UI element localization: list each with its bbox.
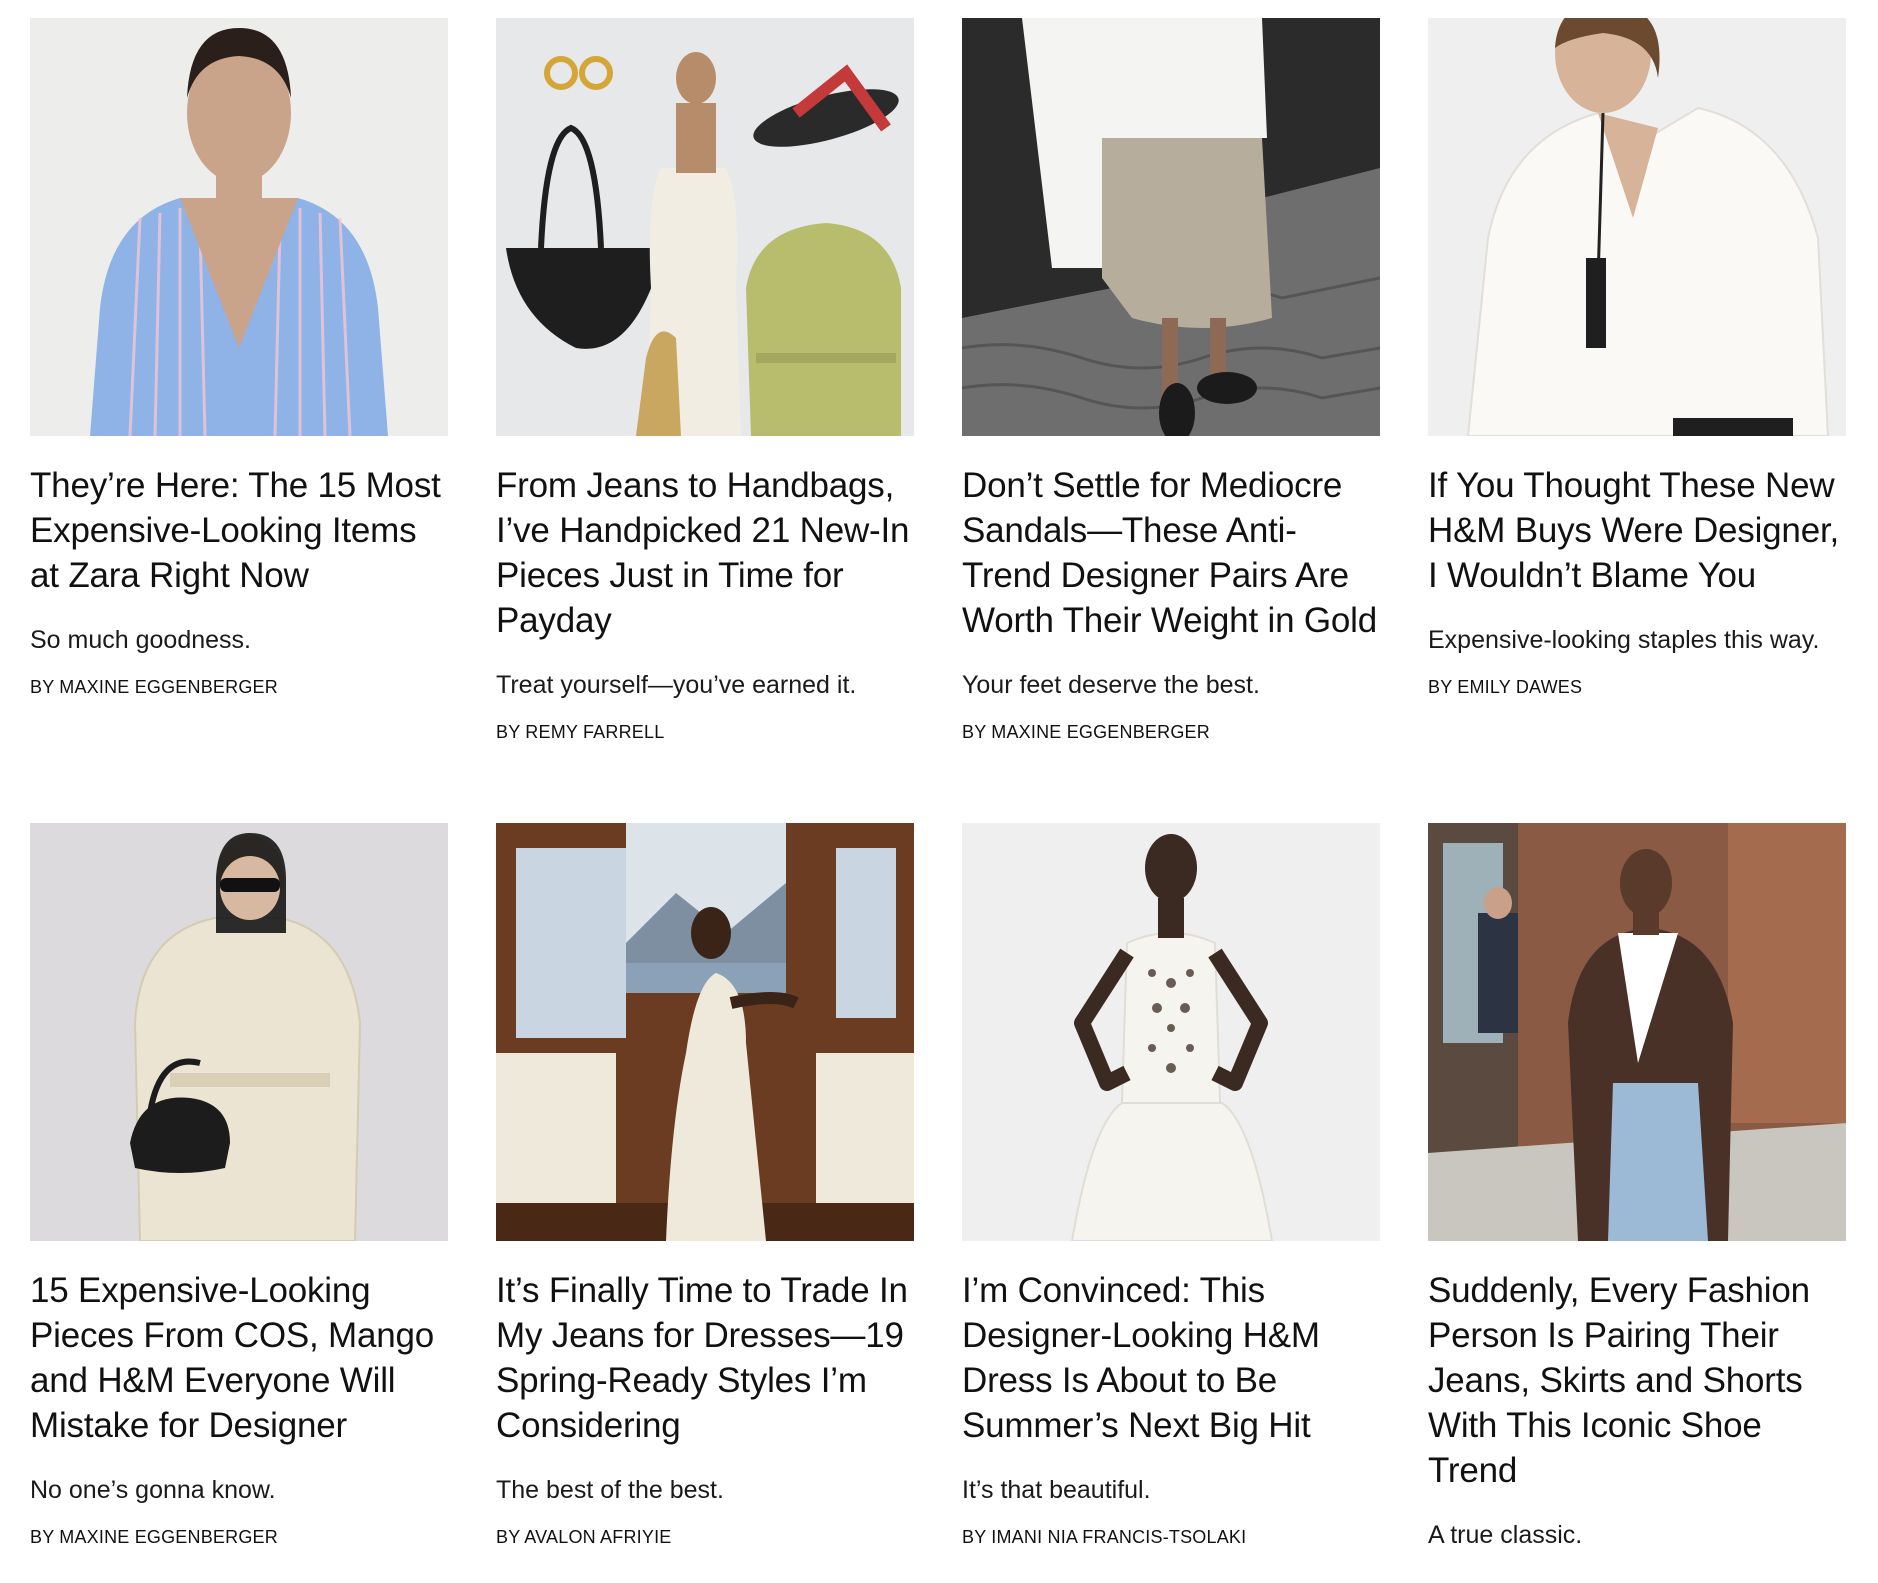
article-headline[interactable]: Don’t Settle for Mediocre Sandals—These …	[962, 463, 1380, 643]
article-dek: The best of the best.	[496, 1476, 724, 1504]
article-dek: Expensive-looking staples this way.	[1428, 626, 1820, 654]
article-image[interactable]	[962, 18, 1380, 436]
article-headline[interactable]: From Jeans to Handbags, I’ve Handpicked …	[496, 463, 914, 643]
article-dek: Your feet deserve the best.	[962, 671, 1260, 699]
article-headline[interactable]: I’m Convinced: This Designer-Looking H&M…	[962, 1268, 1380, 1448]
hm-white-eyelet-dress-image	[962, 823, 1380, 1241]
article-byline: BY MAXINE EGGENBERGER	[30, 677, 278, 697]
article-dek: A true classic.	[1428, 1521, 1583, 1549]
boat-white-dress-image	[496, 823, 914, 1241]
article-card[interactable]: From Jeans to Handbags, I’ve Handpicked …	[496, 18, 914, 823]
article-headline[interactable]: 15 Expensive-Looking Pieces From COS, Ma…	[30, 1268, 448, 1448]
article-byline: BY REMY FARRELL	[496, 722, 665, 742]
article-card[interactable]: If You Thought These New H&M Buys Were D…	[1428, 18, 1846, 823]
article-image[interactable]	[1428, 823, 1846, 1241]
new-in-collage-image	[496, 18, 914, 436]
article-byline: BY EMILY DAWES	[1428, 677, 1583, 697]
article-headline[interactable]: They’re Here: The 15 Most Expensive-Look…	[30, 463, 448, 598]
article-dek: So much goodness.	[30, 626, 251, 654]
article-card[interactable]: They’re Here: The 15 Most Expensive-Look…	[30, 18, 448, 823]
street-style-sandals-image	[962, 18, 1380, 436]
article-image[interactable]	[1428, 18, 1846, 436]
article-byline: BY MAXINE EGGENBERGER	[30, 1527, 278, 1547]
article-headline[interactable]: Suddenly, Every Fashion Person Is Pairin…	[1428, 1268, 1846, 1493]
article-card[interactable]: It’s Finally Time to Trade In My Jeans f…	[496, 823, 914, 1583]
street-style-leather-coat-image	[1428, 823, 1846, 1241]
article-dek: No one’s gonna know.	[30, 1476, 276, 1504]
article-byline: BY MAXINE EGGENBERGER	[962, 722, 1210, 742]
article-dek: Treat yourself—you’ve earned it.	[496, 671, 857, 699]
article-headline[interactable]: It’s Finally Time to Trade In My Jeans f…	[496, 1268, 914, 1448]
article-byline: BY AVALON AFRIYIE	[496, 1527, 672, 1547]
article-card[interactable]: 15 Expensive-Looking Pieces From COS, Ma…	[30, 823, 448, 1583]
article-image[interactable]	[496, 823, 914, 1241]
article-headline[interactable]: If You Thought These New H&M Buys Were D…	[1428, 463, 1846, 598]
article-image[interactable]	[30, 18, 448, 436]
zara-striped-shirt-image	[30, 18, 448, 436]
article-image[interactable]	[962, 823, 1380, 1241]
article-grid: They’re Here: The 15 Most Expensive-Look…	[30, 18, 1848, 1583]
cream-trench-coat-image	[30, 823, 448, 1241]
article-byline: BY IMANI NIA FRANCIS-TSOLAKI	[962, 1527, 1247, 1547]
hm-white-blouse-image	[1428, 18, 1846, 436]
article-card[interactable]: Suddenly, Every Fashion Person Is Pairin…	[1428, 823, 1846, 1583]
article-dek: It’s that beautiful.	[962, 1476, 1151, 1504]
article-image[interactable]	[30, 823, 448, 1241]
article-card[interactable]: Don’t Settle for Mediocre Sandals—These …	[962, 18, 1380, 823]
article-card[interactable]: I’m Convinced: This Designer-Looking H&M…	[962, 823, 1380, 1583]
article-image[interactable]	[496, 18, 914, 436]
